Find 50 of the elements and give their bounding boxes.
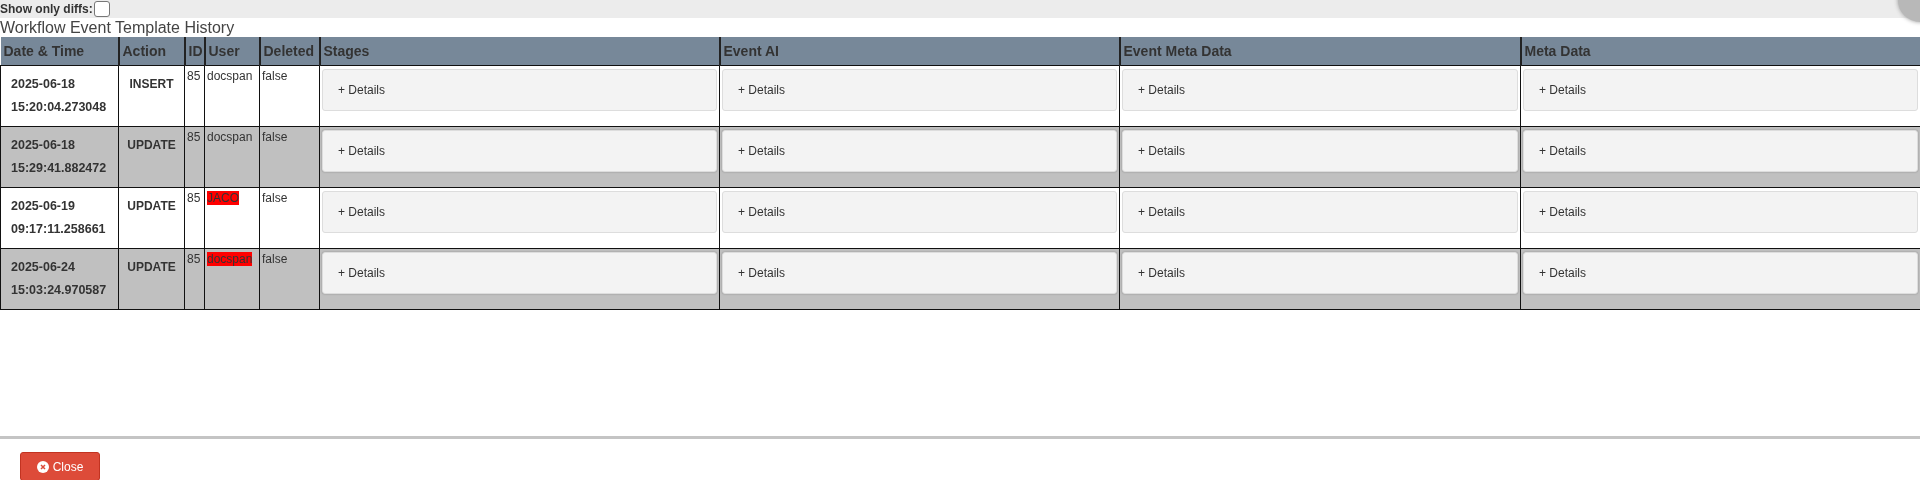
diffs-checkbox[interactable] bbox=[93, 1, 110, 17]
filter-label: Show only diffs: bbox=[0, 2, 93, 16]
close-icon bbox=[36, 460, 49, 473]
column-header: Deleted bbox=[259, 37, 320, 66]
details-button[interactable]: + Details bbox=[322, 191, 717, 233]
id-text: 85 bbox=[187, 130, 201, 144]
id-text: 85 bbox=[187, 69, 201, 83]
details-button[interactable]: + Details bbox=[1523, 252, 1918, 294]
user-text: docspan bbox=[207, 252, 253, 266]
action-text: INSERT bbox=[128, 76, 175, 91]
user-text: JACO bbox=[207, 191, 239, 205]
action-text: UPDATE bbox=[126, 198, 177, 213]
date-time-text: 2025-06-19 09:17:11.258661 bbox=[10, 198, 107, 238]
details-button[interactable]: + Details bbox=[1122, 191, 1518, 233]
id-text: 85 bbox=[187, 191, 201, 205]
details-button[interactable]: + Details bbox=[322, 252, 717, 294]
date-time-text: 2025-06-18 15:29:41.882472 bbox=[10, 137, 108, 177]
action-text: UPDATE bbox=[126, 259, 177, 274]
user-text: docspan bbox=[207, 130, 253, 144]
column-header: ID bbox=[184, 37, 205, 66]
column-header: User bbox=[204, 37, 260, 66]
details-button[interactable]: + Details bbox=[722, 252, 1117, 294]
column-header: Event Meta Data bbox=[1119, 37, 1521, 66]
close-button[interactable]: Close bbox=[20, 452, 100, 480]
page-title: Workflow Event Template History bbox=[0, 18, 236, 37]
details-button[interactable]: + Details bbox=[1523, 69, 1918, 111]
details-button[interactable]: + Details bbox=[722, 191, 1117, 233]
details-button[interactable]: + Details bbox=[1122, 69, 1518, 111]
details-button[interactable]: + Details bbox=[322, 69, 717, 111]
details-button[interactable]: + Details bbox=[322, 130, 717, 172]
column-header: Stages bbox=[319, 37, 720, 66]
date-time-text: 2025-06-18 15:20:04.273048 bbox=[10, 76, 108, 116]
column-header: Date & Time bbox=[0, 37, 119, 66]
deleted-text: false bbox=[262, 191, 288, 205]
deleted-text: false bbox=[262, 69, 288, 83]
details-button[interactable]: + Details bbox=[1122, 130, 1518, 172]
id-text: 85 bbox=[187, 252, 201, 266]
details-button[interactable]: + Details bbox=[1122, 252, 1518, 294]
column-header: Meta Data bbox=[1520, 37, 1920, 66]
details-button[interactable]: + Details bbox=[722, 69, 1117, 111]
deleted-text: false bbox=[262, 252, 288, 266]
column-header: Event AI bbox=[719, 37, 1120, 66]
user-text: docspan bbox=[207, 69, 253, 83]
details-button[interactable]: + Details bbox=[1523, 130, 1918, 172]
details-button[interactable]: + Details bbox=[1523, 191, 1918, 233]
details-button[interactable]: + Details bbox=[722, 130, 1117, 172]
date-time-text: 2025-06-24 15:03:24.970587 bbox=[10, 259, 108, 299]
action-text: UPDATE bbox=[126, 137, 177, 152]
column-header: Action bbox=[118, 37, 185, 66]
deleted-text: false bbox=[262, 130, 288, 144]
